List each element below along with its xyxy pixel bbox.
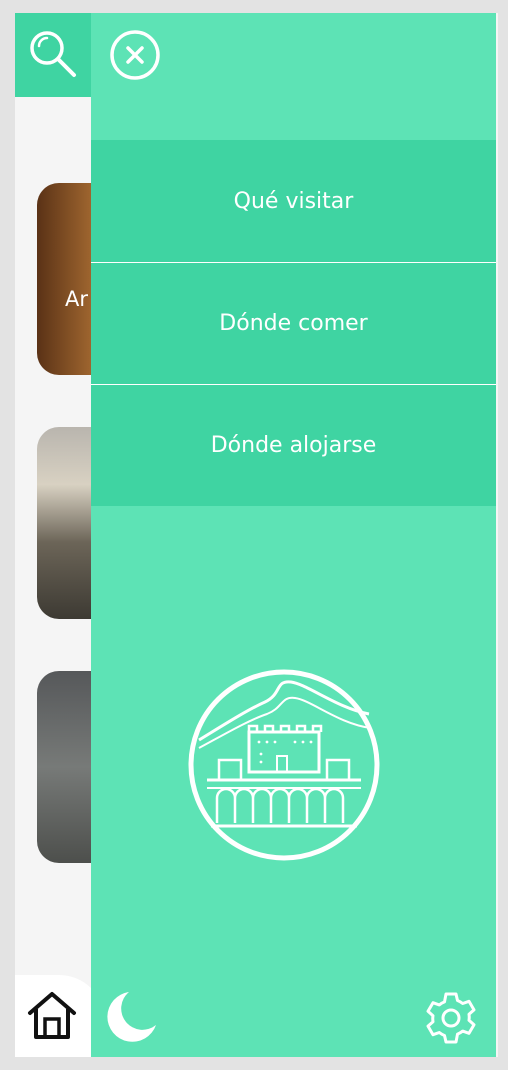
menu-item-donde-alojarse[interactable]: Dónde alojarse [91,384,496,506]
close-icon [110,30,160,80]
menu-item-que-visitar[interactable]: Qué visitar [91,140,496,262]
menu-item-label: Dónde alojarse [210,433,377,458]
search-button[interactable] [15,13,91,97]
drawer-menu: Qué visitar Dónde comer Dónde alojarse [91,140,496,506]
moon-icon[interactable] [103,989,159,1045]
gear-icon[interactable] [423,990,479,1046]
menu-item-label: Dónde comer [219,311,368,336]
menu-item-donde-comer[interactable]: Dónde comer [91,262,496,384]
side-drawer: Qué visitar Dónde comer Dónde alojarse [91,13,496,1057]
home-icon [28,992,76,1039]
menu-item-label: Qué visitar [233,188,354,214]
alhambra-emblem [188,669,380,861]
place-card-title: Ar [65,287,88,311]
search-icon [30,31,76,77]
close-button[interactable] [109,29,161,81]
